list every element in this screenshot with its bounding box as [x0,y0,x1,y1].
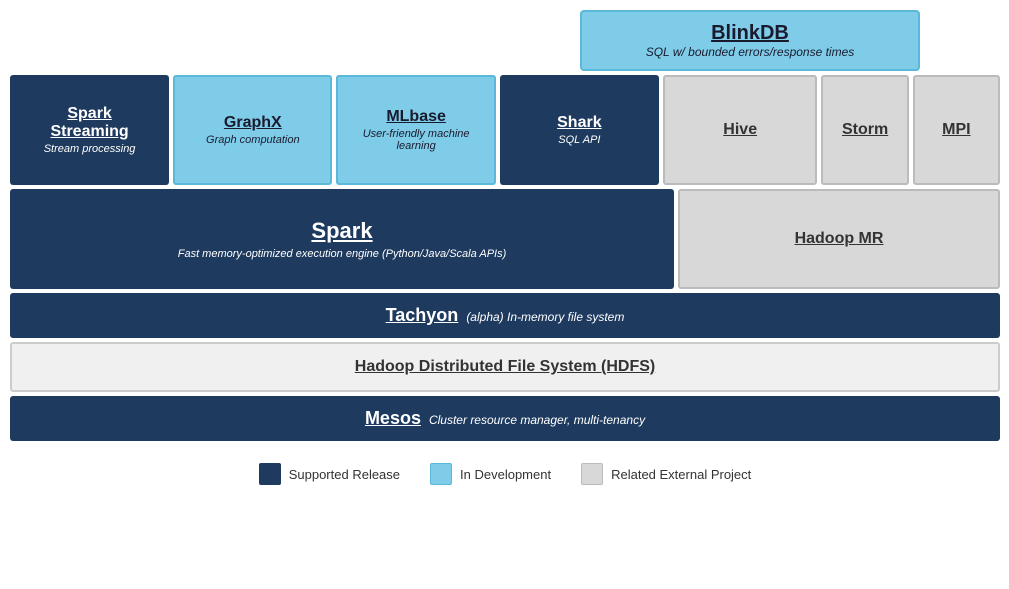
hadoop-mr-title: Hadoop MR [795,230,884,248]
blinkdb-title: BlinkDB [602,22,898,45]
tachyon-title: Tachyon [386,305,459,325]
legend-development: In Development [430,463,551,485]
hadoop-mr-cell: Hadoop MR [678,189,1000,289]
spark-subtitle: Fast memory-optimized execution engine (… [178,248,507,260]
shark-title: Shark [557,114,601,132]
graphx-subtitle: Graph computation [206,134,300,146]
mpi-cell: MPI [913,75,1000,185]
mpi-title: MPI [942,121,970,139]
hive-title: Hive [723,121,757,139]
mesos-row: Mesos Cluster resource manager, multi-ten… [10,396,1000,441]
hdfs-row: Hadoop Distributed File System (HDFS) [10,342,1000,392]
spark-streaming-title: SparkStreaming [50,105,128,141]
top-row: SparkStreaming Stream processing GraphX … [10,75,1000,185]
legend-supported: Supported Release [259,463,400,485]
legend-gray-box [581,463,603,485]
mlbase-cell: MLbase User-friendly machinelearning [336,75,495,185]
spark-title: Spark [311,218,372,244]
legend-development-label: In Development [460,467,551,482]
hive-cell: Hive [663,75,818,185]
blinkdb-box: BlinkDB SQL w/ bounded errors/response t… [580,10,920,71]
shark-subtitle: SQL API [558,134,600,146]
tachyon-row: Tachyon (alpha) In-memory file system [10,293,1000,338]
legend-external-label: Related External Project [611,467,751,482]
main-diagram: BlinkDB SQL w/ bounded errors/response t… [10,10,1000,493]
blinkdb-row: BlinkDB SQL w/ bounded errors/response t… [10,10,1000,71]
blinkdb-subtitle: SQL w/ bounded errors/response times [602,45,898,59]
spark-streaming-subtitle: Stream processing [44,143,136,155]
mlbase-subtitle: User-friendly machinelearning [363,128,470,152]
hdfs-title: Hadoop Distributed File System (HDFS) [355,358,655,375]
spark-streaming-cell: SparkStreaming Stream processing [10,75,169,185]
mlbase-title: MLbase [386,108,446,126]
spark-block: Spark Fast memory-optimized execution en… [10,189,674,289]
storm-cell: Storm [821,75,908,185]
tachyon-subtitle: (alpha) In-memory file system [466,310,624,324]
graphx-cell: GraphX Graph computation [173,75,332,185]
mesos-subtitle: Cluster resource manager, multi-tenancy [429,413,645,427]
middle-row: Spark Fast memory-optimized execution en… [10,189,1000,289]
legend-teal-box [430,463,452,485]
storm-title: Storm [842,121,888,139]
legend-dark-box [259,463,281,485]
legend: Supported Release In Development Related… [10,455,1000,493]
legend-external: Related External Project [581,463,751,485]
graphx-title: GraphX [224,114,282,132]
legend-supported-label: Supported Release [289,467,400,482]
mesos-title: Mesos [365,408,421,428]
shark-cell: Shark SQL API [500,75,659,185]
